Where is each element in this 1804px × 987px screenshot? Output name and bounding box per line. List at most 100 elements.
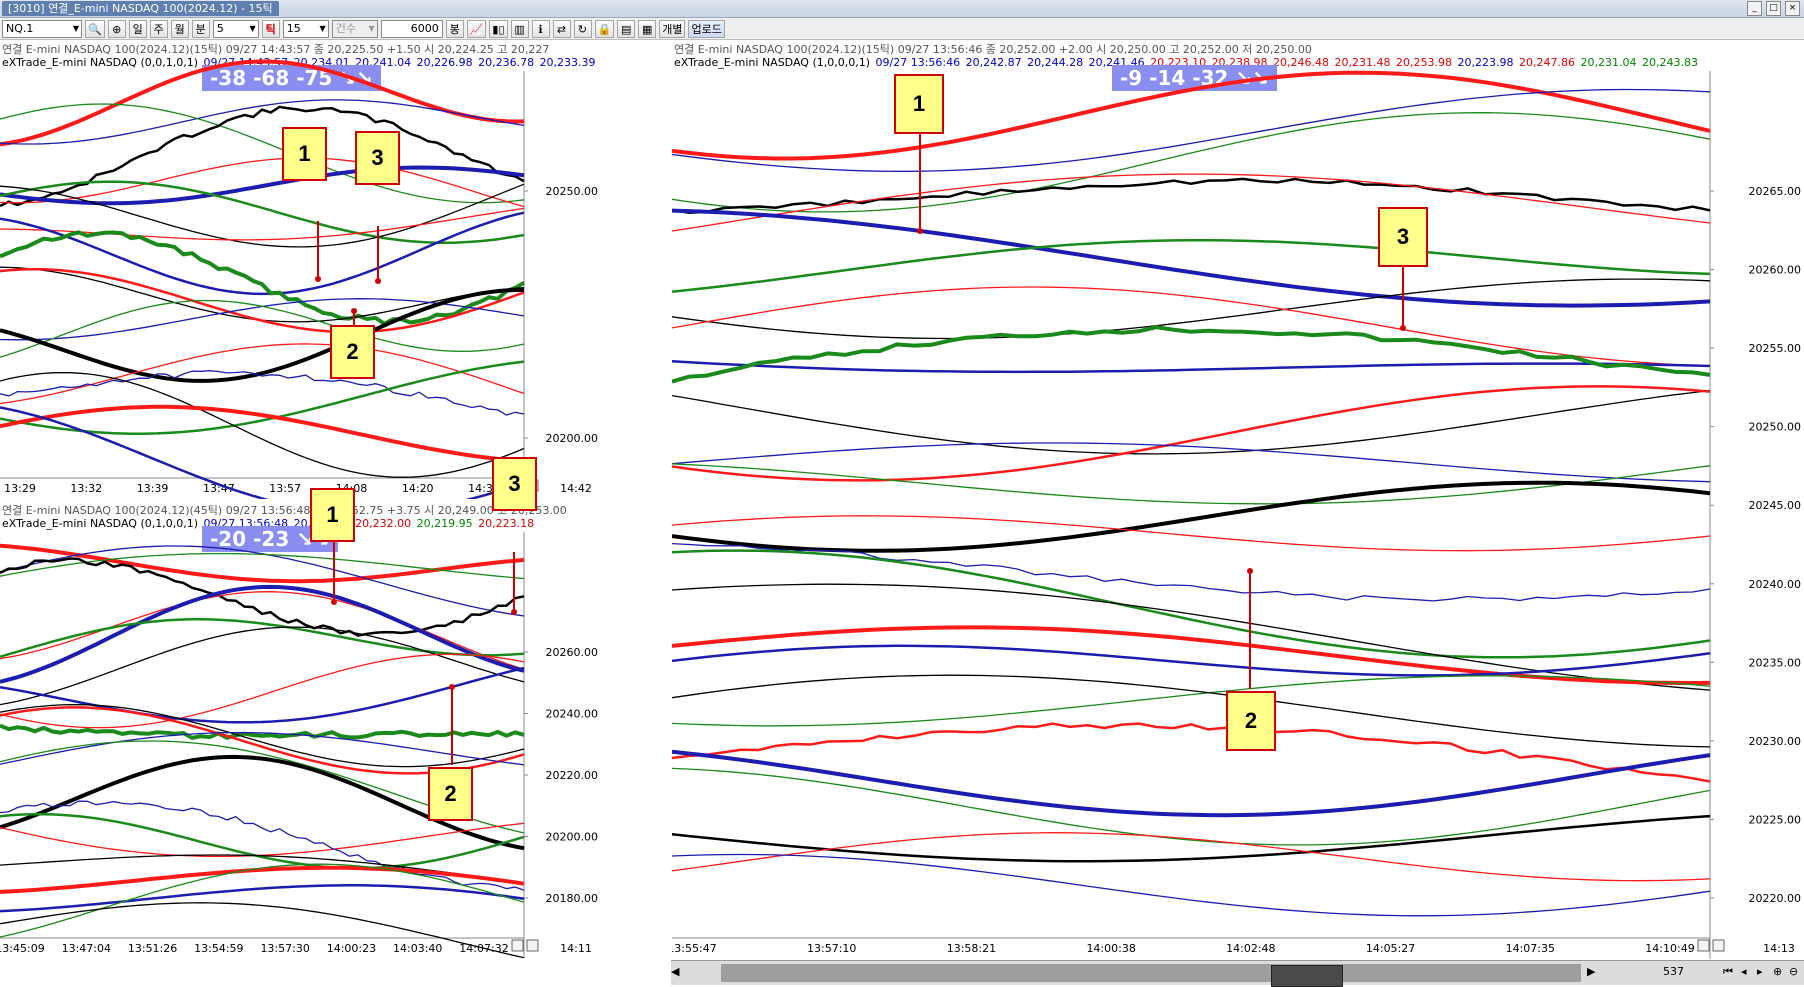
line-chart-icon[interactable]: 📈 xyxy=(466,19,487,38)
callout-3: 3 xyxy=(492,457,537,511)
maximize-icon[interactable]: □ xyxy=(1766,1,1781,16)
indicator-line xyxy=(672,853,1711,917)
close-icon[interactable]: × xyxy=(1785,1,1800,16)
window-title[interactable]: [3010] 연결_E-mini NASDAQ 100(2024.12) - 1… xyxy=(2,1,279,16)
x-tick-label: 14:42 xyxy=(560,482,592,495)
y-tick-label: 20200.00 xyxy=(546,831,599,844)
search-icon xyxy=(1712,939,1725,952)
chart-plot-right[interactable]: 20265.00 20260.00 20255.00 20250.00 20245.00… xyxy=(672,41,1804,959)
zoom-icon[interactable]: ⊕ xyxy=(107,19,126,38)
x-tick-label: 13:57 xyxy=(269,482,301,495)
y-tick-label: 20260.00 xyxy=(1749,264,1802,277)
y-tick-label: 20240.00 xyxy=(546,708,599,721)
indicator-line xyxy=(0,207,525,241)
y-tick-label: 20235.00 xyxy=(1749,656,1802,669)
grid-icon[interactable]: ▦ xyxy=(638,19,657,38)
lock-icon[interactable]: 🔒 xyxy=(594,19,615,38)
scroll-left-arrow-icon[interactable]: ◀ xyxy=(671,965,679,978)
indicator-line xyxy=(672,644,1711,677)
scrollbar-thumb[interactable] xyxy=(1271,965,1343,987)
indicator-line xyxy=(672,542,1711,602)
scroll-right-arrow-icon[interactable]: ▶ xyxy=(1587,965,1595,978)
first-page-icon[interactable]: ⏮ xyxy=(1723,965,1733,979)
chart-pane-bottom-left[interactable]: 연결 E-mini NASDAQ 100(2024.12)(45틱) 09/27… xyxy=(0,502,601,958)
indicator-line xyxy=(0,59,525,147)
indicator-line xyxy=(0,211,525,296)
indicator-line xyxy=(0,299,525,358)
compare-icon[interactable]: ⇄ xyxy=(552,19,571,38)
callout-3: 3 xyxy=(1378,207,1428,267)
callout-arrow-head xyxy=(511,609,517,615)
y-tick-label: 20200.00 xyxy=(546,432,599,445)
chart-pane-right[interactable]: 연결 E-mini NASDAQ 100(2024.12)(15틱) 09/27… xyxy=(672,41,1804,959)
tick-button[interactable]: 틱 xyxy=(261,19,280,38)
expand-icon xyxy=(1697,939,1710,952)
chart-plot-top-left[interactable]: 20250.0020200.0013:29 13:32 13:39 13:47 13:5… xyxy=(0,41,601,499)
chart-plot-bottom-left[interactable]: 20260.00 20240.00 20220.00 20200.00 20180.00… xyxy=(0,502,601,958)
chart-pane-top-left[interactable]: 연결 E-mini NASDAQ 100(2024.12)(15틱) 09/27… xyxy=(0,41,601,499)
callout-arrow-head xyxy=(315,276,321,282)
period-week-button[interactable]: 주 xyxy=(149,19,168,38)
indicator-line xyxy=(672,359,1711,374)
bar-count: 537 xyxy=(1663,965,1684,978)
indicator-line xyxy=(672,238,1711,293)
period-day-button[interactable]: 일 xyxy=(128,19,147,38)
x-tick-label: 14:00:23 xyxy=(327,942,376,955)
x-tick-label: 14:02:48 xyxy=(1226,942,1275,955)
indicator-line xyxy=(0,706,525,775)
zoom-in-icon[interactable]: ⊕ xyxy=(1773,965,1782,978)
callout-2: 2 xyxy=(330,325,375,379)
x-tick-label: 13:32 xyxy=(70,482,102,495)
y-tick-label: 20250.00 xyxy=(1749,421,1802,434)
callout-2: 2 xyxy=(1226,691,1276,751)
individual-button[interactable]: 개별 xyxy=(659,19,686,38)
search-icon xyxy=(526,939,539,952)
indicator-line xyxy=(672,549,1711,659)
indicator-line xyxy=(0,404,525,464)
indicator-line xyxy=(672,177,1711,214)
indicator-line xyxy=(672,389,1711,455)
y-tick-label: 20260.00 xyxy=(546,646,599,659)
next-page-icon[interactable]: ▸ xyxy=(1757,965,1763,978)
chart-scrollbar[interactable]: ◀ ▶ 537 ⏮ ◂ ▸ ⊕ ⊖ xyxy=(671,960,1804,987)
upload-button[interactable]: 업로드 xyxy=(688,19,725,38)
period-minute-button[interactable]: 분 xyxy=(191,19,210,38)
indicator-line xyxy=(672,442,1711,483)
y-tick-label: 20230.00 xyxy=(1749,735,1802,748)
symbol-select[interactable]: NQ.1 ▼ xyxy=(2,19,82,38)
count-select[interactable]: 건수 ▼ xyxy=(331,19,378,38)
period-month-button[interactable]: 월 xyxy=(170,19,189,38)
indicator-line xyxy=(672,385,1711,482)
callout-arrow-head xyxy=(375,278,381,284)
bars-unit-label: 봉 xyxy=(445,19,464,38)
refresh-icon[interactable]: ↻ xyxy=(573,19,592,38)
indicator-icon[interactable]: ℹ xyxy=(531,19,550,38)
callout-3: 3 xyxy=(355,131,400,185)
prev-page-icon[interactable]: ◂ xyxy=(1741,965,1747,978)
bar-chart-icon[interactable]: ▥ xyxy=(510,19,529,38)
callout-arrow-head xyxy=(1400,325,1406,331)
minimize-icon[interactable]: _ xyxy=(1747,1,1762,16)
y-tick-label: 20245.00 xyxy=(1749,499,1802,512)
x-tick-label: 13:54:59 xyxy=(194,942,243,955)
scrollbar-track[interactable] xyxy=(721,964,1581,987)
zoom-out-icon[interactable]: ⊖ xyxy=(1789,965,1798,978)
indicator-line xyxy=(672,208,1711,308)
indicator-line xyxy=(0,884,525,913)
callout-arrow-head xyxy=(917,228,923,234)
minute-select[interactable]: 5 ▼ xyxy=(212,19,259,38)
indicator-line xyxy=(0,370,525,416)
callout-arrow-head xyxy=(1247,568,1253,574)
bars-input[interactable]: 6000 xyxy=(380,19,443,38)
y-tick-label: 20255.00 xyxy=(1749,342,1802,355)
candle-chart-icon[interactable]: ▮▯ xyxy=(489,19,508,38)
x-tick-label: 14:20 xyxy=(402,482,434,495)
tick-select[interactable]: 15 ▼ xyxy=(282,19,329,38)
x-tick-label: 13:39 xyxy=(137,482,169,495)
callout-arrow-head xyxy=(331,599,337,605)
layout-icon[interactable]: ▤ xyxy=(617,19,636,38)
x-tick-label: 13:58:21 xyxy=(947,942,996,955)
search-icon[interactable]: 🔍 xyxy=(85,19,105,38)
x-tick-label: 14:03:40 xyxy=(393,942,442,955)
x-tick-label: 14:10:49 xyxy=(1645,942,1694,955)
